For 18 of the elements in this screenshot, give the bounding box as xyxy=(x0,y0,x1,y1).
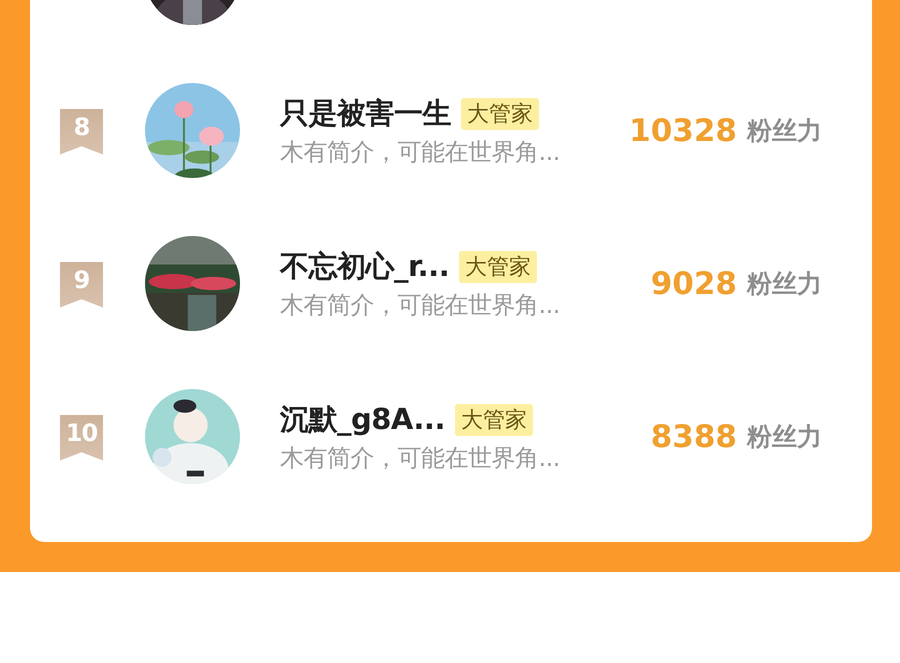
user-bio: 木有简介，可能在世界角... xyxy=(280,136,561,168)
rank-badge: 10 xyxy=(60,414,103,460)
user-name: 不忘初心_r... xyxy=(280,248,450,285)
score-label: 粉丝力 xyxy=(747,115,822,147)
role-tag: 大管家 xyxy=(459,250,538,282)
fan-score: 10328 xyxy=(629,112,737,148)
user-bio: 木有简介，可能在世界角... xyxy=(280,442,561,474)
rank-badge: 9 xyxy=(60,262,103,308)
user-bio: 木有简介，可能在世界角... xyxy=(280,290,561,320)
fan-score: 8388 xyxy=(650,418,737,454)
score-label: 粉丝力 xyxy=(747,421,822,453)
rank-badge: 8 xyxy=(60,108,103,154)
user-name: 只是被害一生 xyxy=(280,94,451,132)
fan-score: 9028 xyxy=(650,266,737,302)
user-name: 沉默_g8A... xyxy=(280,400,445,438)
role-tag: 大管家 xyxy=(454,404,533,436)
score-label: 粉丝力 xyxy=(747,268,822,300)
role-tag: 大管家 xyxy=(461,98,539,130)
